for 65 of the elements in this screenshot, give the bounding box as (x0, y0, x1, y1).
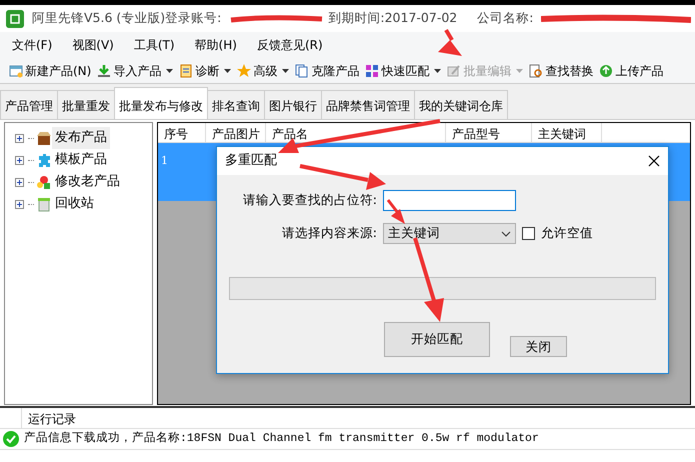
trash-icon (36, 196, 52, 212)
tree-item[interactable]: 发布产品 (52, 127, 110, 149)
column-header[interactable]: 产品型号 (446, 123, 532, 142)
start-match-button[interactable]: 开始匹配 (384, 322, 490, 357)
toolbar-button[interactable]: 新建产品(N) (6, 60, 94, 82)
expand-icon[interactable] (15, 200, 24, 208)
app-logo-icon (6, 10, 24, 28)
column-header[interactable]: 主关键词 (532, 123, 602, 142)
close-button[interactable]: 关闭 (510, 336, 567, 357)
fruit-icon (36, 174, 52, 190)
box-icon (36, 130, 52, 146)
documents-icon (295, 64, 310, 78)
toolbar-button[interactable]: 高级 (234, 60, 292, 82)
menu-item[interactable]: 视图(V) (62, 36, 124, 54)
toolbar-button[interactable]: 查找替换 (526, 60, 596, 82)
window-title: 阿里先锋V5.6 (专业版)登录账号: (32, 9, 222, 28)
clipboard-icon (179, 64, 194, 78)
annotation-arrow (438, 28, 462, 56)
column-header[interactable]: 产品图片 (206, 123, 266, 142)
tab[interactable]: 产品管理 (0, 90, 58, 119)
column-header[interactable]: 序号 (158, 123, 206, 142)
caret-icon (282, 68, 290, 72)
log-entry: 产品信息下载成功，产品名称:18FSN Dual Channel fm transmitter 0.5w rf modulator (23, 430, 539, 448)
close-icon[interactable] (648, 155, 660, 167)
expand-icon[interactable] (15, 178, 24, 186)
annotation-arrow (386, 199, 405, 224)
puzzle-icon (36, 152, 52, 168)
chevron-icon (501, 230, 511, 236)
expand-icon[interactable] (15, 134, 24, 142)
toolbar-button[interactable]: 克隆产品 (292, 60, 362, 82)
tree-item[interactable]: 回收站 (52, 193, 97, 215)
caret-icon (224, 68, 232, 72)
field-label: 请选择内容来源: (280, 224, 377, 242)
field-label: 请输入要查找的占位符: (242, 191, 377, 210)
caret-icon (166, 68, 174, 72)
download-icon (97, 64, 112, 78)
dialog-title: 多重匹配 (225, 152, 277, 170)
menu-item[interactable]: 文件(F) (2, 36, 62, 54)
upload-icon (599, 64, 614, 78)
source-dropdown[interactable]: 主关键词 (383, 223, 516, 244)
caret-icon (516, 68, 524, 72)
tree-item[interactable]: 模板产品 (52, 149, 110, 171)
expiry-date: 到期时间:2017-07-02 (328, 9, 458, 28)
new-window-icon (9, 64, 23, 78)
checkbox-label: 允许空值 (541, 224, 593, 242)
toolbar-button[interactable]: 诊断 (176, 60, 234, 82)
menu-item[interactable]: 反馈意见(R) (246, 36, 333, 54)
menu-item[interactable]: 帮助(H) (184, 36, 247, 54)
log-header: 运行记录 (27, 411, 77, 428)
star-icon (237, 64, 252, 78)
edit-icon (447, 64, 462, 78)
tree-item[interactable]: 修改老产品 (52, 171, 123, 193)
placeholder-input[interactable] (383, 190, 516, 211)
toolbar-button[interactable]: 快速匹配 (362, 60, 444, 82)
tab[interactable]: 批量发布与修改 (114, 87, 208, 119)
tab[interactable]: 我的关键词仓库 (414, 90, 508, 119)
expand-icon[interactable] (15, 156, 24, 164)
grid-icon (365, 64, 380, 78)
company-name-label: 公司名称: (477, 9, 534, 28)
checkbox[interactable] (522, 227, 535, 240)
find-icon (529, 64, 544, 78)
toolbar-button[interactable]: 上传产品 (596, 60, 666, 82)
toolbar-button[interactable]: 导入产品 (94, 60, 176, 82)
caret-icon (434, 68, 442, 72)
menu-item[interactable]: 工具(T) (124, 36, 185, 54)
